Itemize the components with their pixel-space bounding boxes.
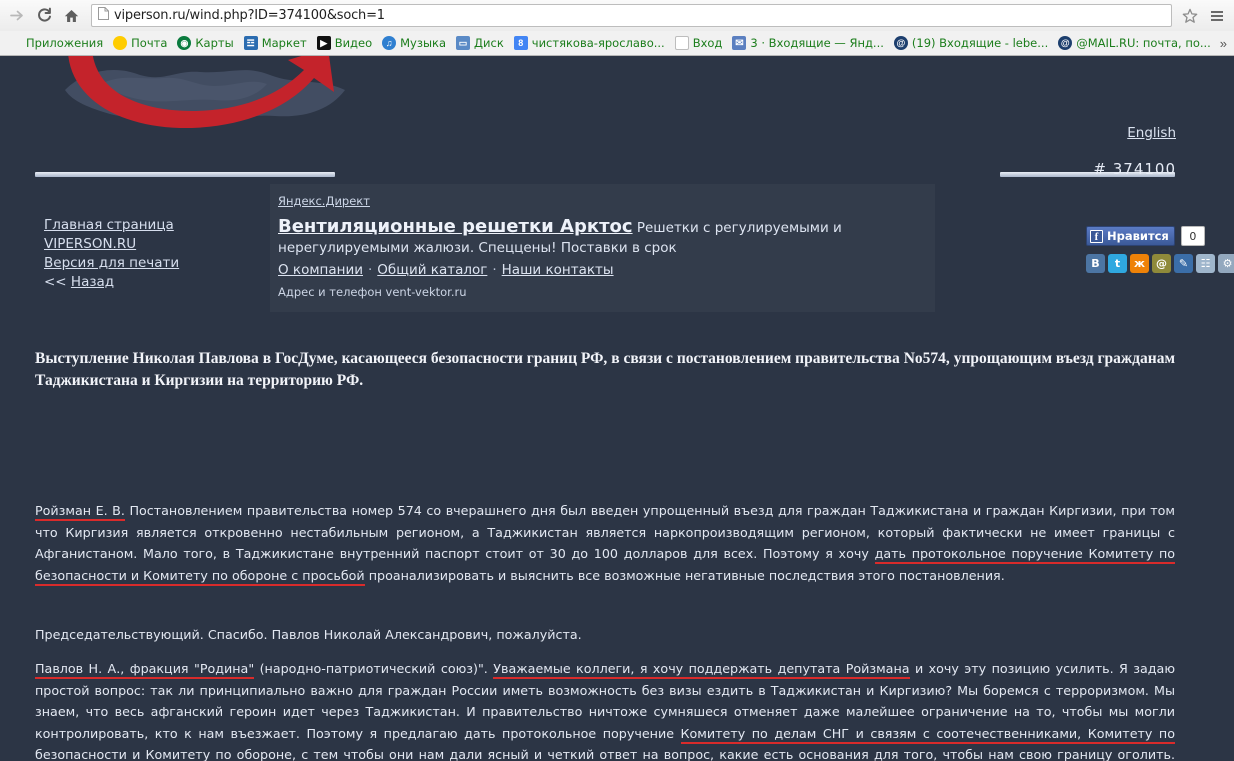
reload-icon[interactable] — [31, 3, 58, 28]
envelope-icon: ✉ — [732, 36, 747, 50]
sidebar-item-viperson[interactable]: VIPERSON.RU — [44, 235, 259, 254]
back-link-label[interactable]: Назад — [71, 274, 114, 290]
facebook-f-icon: f — [1090, 229, 1103, 243]
paragraph-pavlov-text-1: (народно-патриотический союз)". — [254, 661, 494, 676]
bookmark-item[interactable]: ▭ Диск — [451, 33, 509, 53]
document-number: # 374100 — [1093, 160, 1176, 178]
bookmark-label: 3 · Входящие — Янд... — [750, 36, 884, 50]
page-title: Выступление Николая Павлова в ГосДуме, к… — [35, 350, 1175, 389]
address-bar-url: viperson.ru/wind.php?ID=374100&soch=1 — [114, 8, 385, 23]
ad-link-catalog[interactable]: Общий каталог — [377, 262, 487, 278]
bookmark-label: Диск — [474, 36, 504, 50]
bookmarks-overflow-icon[interactable]: » — [1220, 36, 1231, 51]
mailru-at-icon: @ — [893, 36, 908, 50]
site-banner — [0, 56, 1234, 128]
sidebar-item-home[interactable]: Главная страница — [44, 216, 259, 235]
hamburger-menu-icon[interactable] — [1203, 3, 1230, 28]
vkontakte-share-icon[interactable]: B — [1086, 254, 1105, 273]
google-plus-icon: 8 — [513, 36, 528, 50]
bookmark-item[interactable]: Приложения — [3, 33, 108, 53]
browser-chrome: viperson.ru/wind.php?ID=374100&soch=1 Пр… — [0, 0, 1234, 56]
bookmark-item[interactable]: Почта — [108, 33, 172, 53]
paragraph-roizman: Ройзман Е. В. Постановлением правительст… — [35, 500, 1175, 586]
bookmark-item[interactable]: @ (19) Входящие - lebe... — [889, 33, 1053, 53]
mailru-share-icon[interactable]: @ — [1152, 254, 1171, 273]
bookmark-item[interactable]: ✉ 3 · Входящие — Янд... — [727, 33, 889, 53]
bookmarks-bar: Приложения Почта ◉ Карты ☲ Маркет ▶ Видео ♫ Музык… — [0, 31, 1234, 55]
home-icon[interactable] — [58, 3, 85, 28]
ad-contact-info: Адрес и телефон vent-vektor.ru — [278, 285, 467, 299]
ad-title-link[interactable]: Вентиляционные решетки Арктос — [278, 216, 633, 237]
paragraph-pavlov: Павлов Н. А., фракция "Родина" (народно-… — [35, 658, 1175, 761]
highlight-pavlov-name: Павлов Н. А., фракция "Родина" — [35, 661, 255, 679]
yandex-video-icon: ▶ — [316, 36, 331, 50]
bookmark-item[interactable]: Вход — [670, 33, 728, 53]
yandex-direct-ad: Яндекс.Директ Вентиляционные решетки Арк… — [270, 184, 935, 312]
sidebar-item-back[interactable]: << Назад — [44, 273, 259, 292]
sidebar-item-print-version[interactable]: Версия для печати — [44, 254, 259, 273]
livejournal-share-icon[interactable]: ✎ — [1174, 254, 1193, 273]
facebook-like-button[interactable]: f Нравится — [1086, 226, 1175, 246]
yandex-market-icon: ☲ — [243, 36, 258, 50]
back-prefix: << — [44, 274, 71, 290]
share-icons-row: Bt ж @ ✎ ☷ ⚙ — [1086, 254, 1234, 273]
ad-link-contacts[interactable]: Наши контакты — [502, 262, 614, 278]
friendfeed-share-icon[interactable]: ☷ — [1196, 254, 1215, 273]
yandex-music-icon: ♫ — [382, 36, 397, 50]
apps-grid-icon — [8, 36, 22, 50]
facebook-like-count: 0 — [1180, 226, 1205, 246]
bookmark-label: Приложения — [26, 36, 104, 50]
english-language-link[interactable]: English — [1127, 125, 1176, 141]
yandex-mail-icon — [113, 36, 128, 50]
bookmark-item[interactable]: ◉ Карты — [172, 33, 238, 53]
share-settings-gear-icon[interactable]: ⚙ — [1218, 254, 1234, 273]
bookmark-label: Карты — [195, 36, 234, 50]
social-share-panel: f Нравится 0 Bt ж @ ✎ ☷ ⚙ — [1086, 226, 1234, 273]
star-icon[interactable] — [1176, 3, 1203, 28]
bookmark-label: чистякова-ярославо... — [531, 36, 665, 50]
mailru-at-icon: @ — [1058, 36, 1073, 50]
bookmark-item[interactable]: @ @MAIL.RU: почта, по... — [1053, 33, 1216, 53]
address-bar[interactable]: viperson.ru/wind.php?ID=374100&soch=1 — [91, 4, 1172, 27]
yandex-maps-icon: ◉ — [177, 36, 192, 50]
page-document-icon — [98, 6, 109, 25]
facebook-like-label: Нравится — [1107, 229, 1169, 243]
bookmark-label: Вход — [692, 36, 723, 50]
bookmark-label: Почта — [131, 36, 168, 50]
ad-sitelinks: О компании · Общий каталог · Наши контакты — [278, 262, 929, 278]
page-document-icon — [674, 36, 689, 50]
left-navigation: Главная страница VIPERSON.RU Версия для … — [44, 216, 259, 292]
ad-source-label[interactable]: Яндекс.Директ — [278, 194, 370, 208]
odnoklassniki-share-icon[interactable]: ж — [1130, 254, 1149, 273]
page-content: English # 374100 Главная страница VIPERS… — [0, 56, 1234, 761]
bookmark-item[interactable]: 8 чистякова-ярославо... — [509, 33, 670, 53]
red-swoosh-arrow-logo — [68, 56, 334, 128]
yandex-disk-icon: ▭ — [456, 36, 471, 50]
bookmark-label: Маркет — [261, 36, 307, 50]
browser-toolbar: viperson.ru/wind.php?ID=374100&soch=1 — [0, 0, 1234, 31]
facebook-like-row: f Нравится 0 — [1086, 226, 1216, 246]
bookmark-item[interactable]: ☲ Маркет — [239, 33, 312, 53]
ad-body: Вентиляционные решетки Арктос Решетки с … — [278, 217, 929, 258]
bookmark-label: (19) Входящие - lebe... — [911, 36, 1049, 50]
paragraph-roizman-text-2: проанализировать и выяснить все возможны… — [364, 567, 1005, 583]
bookmark-label: Музыка — [400, 36, 447, 50]
paragraph-chairman: Председательствующий. Спасибо. Павлов Ни… — [35, 627, 582, 642]
highlight-support-roizman: Уважаемые коллеги, я хочу поддержать деп… — [493, 661, 910, 679]
header-divider-left — [35, 172, 335, 177]
bookmark-label: Видео — [334, 36, 373, 50]
bookmark-item[interactable]: ♫ Музыка — [377, 33, 451, 53]
bookmark-label: @MAIL.RU: почта, по... — [1076, 36, 1211, 50]
forward-arrow-icon[interactable] — [4, 3, 31, 28]
ad-separator-1: · — [368, 262, 373, 278]
twitter-share-icon[interactable]: t — [1108, 254, 1127, 273]
highlight-roizman-name: Ройзман Е. В. — [35, 503, 125, 521]
bookmark-item[interactable]: ▶ Видео — [312, 33, 377, 53]
ad-separator-2: · — [492, 262, 497, 278]
ad-link-about[interactable]: О компании — [278, 262, 363, 278]
